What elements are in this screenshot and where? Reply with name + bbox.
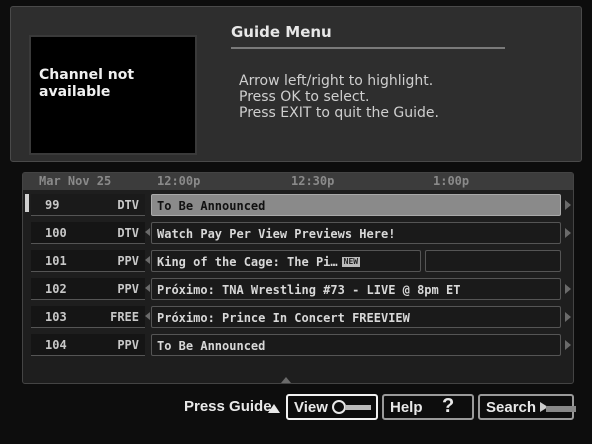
channel-cell[interactable]: 100 DTV <box>31 222 145 244</box>
menu-instructions: Arrow left/right to highlight. Press OK … <box>239 73 569 121</box>
time-slot: 1:00p <box>433 174 470 188</box>
footer-bar: Press Guide View Help ? Search <box>0 392 592 422</box>
remote-pointer-icon <box>540 402 576 412</box>
channel-cell[interactable]: 102 PPV <box>31 278 145 300</box>
arrow-left-icon <box>145 312 150 320</box>
guide-menu-panel: Channel not available Guide Menu Arrow l… <box>10 6 582 162</box>
channel-network: PPV <box>117 282 139 296</box>
search-button[interactable]: Search <box>478 394 576 420</box>
guide-row[interactable]: 100 DTV Watch Pay Per View Previews Here… <box>31 220 571 245</box>
new-badge: NEW <box>341 257 361 267</box>
channel-number: 103 <box>45 310 67 324</box>
channel-network: DTV <box>117 198 139 212</box>
preview-message-line1: Channel not <box>39 67 135 83</box>
channel-cell[interactable]: 101 PPV <box>31 250 145 272</box>
program-guide-grid: Mar Nov 25 12:00p 12:30p 1:00p 99 DTV To… <box>22 172 574 384</box>
channel-network: PPV <box>117 338 139 352</box>
channel-number: 99 <box>45 198 60 212</box>
guide-row[interactable]: 101 PPV King of the Cage: The Pi… NEW <box>31 248 561 273</box>
arrow-right-icon <box>565 200 571 210</box>
instruction-line: Press OK to select. <box>239 89 370 105</box>
channel-number: 100 <box>45 226 67 240</box>
time-slot: 12:30p <box>291 174 335 188</box>
instruction-line: Press EXIT to quit the Guide. <box>239 105 439 121</box>
guide-row[interactable]: 99 DTV To Be Announced <box>25 192 571 217</box>
help-label: Help <box>390 399 423 416</box>
arrow-left-icon <box>145 256 150 264</box>
channel-number: 104 <box>45 338 67 352</box>
program-cell[interactable]: King of the Cage: The Pi… NEW <box>151 250 421 272</box>
key-icon <box>332 400 371 414</box>
guide-date: Mar Nov 25 <box>39 174 112 188</box>
question-mark-icon: ? <box>442 395 455 417</box>
title-divider <box>231 47 505 49</box>
guide-row[interactable]: 102 PPV Próximo: TNA Wrestling #73 - LIV… <box>31 276 571 301</box>
view-button[interactable]: View <box>286 394 378 420</box>
program-title: King of the Cage: The Pi… <box>157 255 338 269</box>
arrow-right-icon <box>565 312 571 322</box>
channel-cell[interactable]: 99 DTV <box>31 194 145 216</box>
arrow-left-icon <box>145 228 150 236</box>
arrow-right-icon <box>565 284 571 294</box>
view-label: View <box>294 399 328 416</box>
channel-number: 101 <box>45 254 67 268</box>
program-cell[interactable]: To Be Announced <box>151 334 561 356</box>
grid-time-header: Mar Nov 25 12:00p 12:30p 1:00p <box>23 173 573 190</box>
help-button[interactable]: Help ? <box>382 394 474 420</box>
program-cell[interactable]: Próximo: TNA Wrestling #73 - LIVE @ 8pm … <box>151 278 561 300</box>
menu-title: Guide Menu <box>231 23 332 41</box>
channel-network: PPV <box>117 254 139 268</box>
press-guide-hint: Press Guide <box>184 398 272 415</box>
instruction-line: Arrow left/right to highlight. <box>239 73 434 89</box>
scroll-down-indicator-icon <box>281 377 291 383</box>
channel-network: FREE <box>110 310 139 324</box>
arrow-right-icon <box>565 340 571 350</box>
channel-number: 102 <box>45 282 67 296</box>
guide-row[interactable]: 103 FREE Próximo: Prince In Concert FREE… <box>31 304 571 329</box>
program-cell-empty[interactable] <box>425 250 561 272</box>
channel-cell[interactable]: 104 PPV <box>31 334 145 356</box>
search-label: Search <box>486 399 537 416</box>
program-cell[interactable]: Watch Pay Per View Previews Here! <box>151 222 561 244</box>
preview-window: Channel not available <box>29 35 197 155</box>
guide-row[interactable]: 104 PPV To Be Announced <box>31 332 571 357</box>
preview-message-line2: available <box>39 84 111 100</box>
up-arrow-icon <box>268 404 280 413</box>
channel-network: DTV <box>117 226 139 240</box>
time-slot: 12:00p <box>157 174 201 188</box>
arrow-right-icon <box>565 228 571 238</box>
program-cell[interactable]: Próximo: Prince In Concert FREEVIEW <box>151 306 561 328</box>
channel-cell[interactable]: 103 FREE <box>31 306 145 328</box>
program-cell[interactable]: To Be Announced <box>151 194 561 216</box>
arrow-left-icon <box>145 284 150 292</box>
